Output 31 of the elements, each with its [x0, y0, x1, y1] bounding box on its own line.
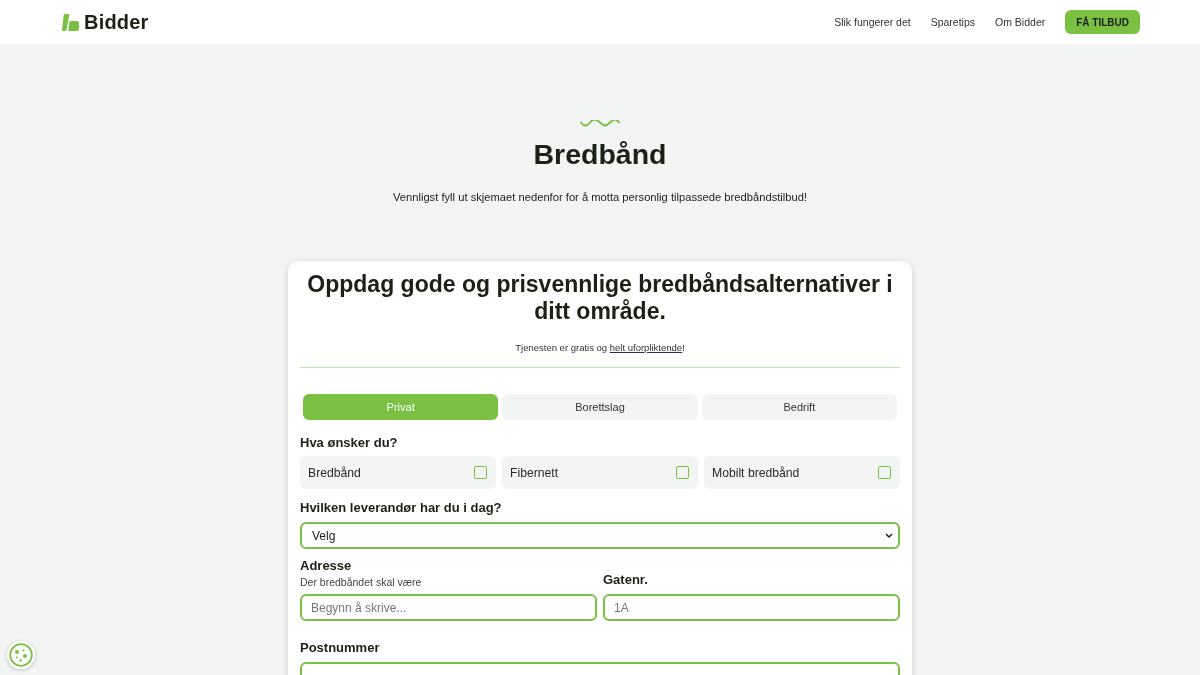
field-label: Postnummer [300, 640, 381, 656]
street-number-input[interactable]: 1A [603, 594, 900, 621]
cookie-icon [9, 643, 33, 667]
checkbox[interactable] [878, 466, 891, 479]
customer-type-tab[interactable]: Borettslag [502, 394, 698, 420]
nav-link[interactable]: Sparetips [930, 16, 976, 28]
cookie-settings-button[interactable] [7, 641, 35, 669]
nav-link[interactable]: Om Bidder [995, 16, 1046, 28]
checkbox-option[interactable]: Mobilt bredbånd [704, 456, 900, 489]
checkbox-option[interactable]: Bredbånd [300, 456, 496, 489]
field-label: Hva ønsker du? [300, 435, 399, 451]
provider-select[interactable]: Velg [300, 522, 900, 549]
logo-link[interactable]: Bidder [62, 12, 149, 32]
chevron-down-icon [885, 533, 893, 538]
nav-link[interactable]: Slik fungerer det [834, 16, 911, 28]
field-label: Hvilken leverandør har du i dag? [300, 500, 503, 516]
checkbox[interactable] [474, 466, 487, 479]
form-note: Tjenesten er gratis og helt uforpliktende! [514, 342, 686, 354]
field-label: Adresse [300, 558, 353, 574]
form-heading: Oppdag gode og prisvennlige bredbåndsalternativer i ditt område. [306, 271, 894, 325]
page-title: Bredbånd [533, 137, 667, 171]
customer-type-tab[interactable]: Bedrift [701, 394, 897, 420]
checkbox-option[interactable]: Fibernett [502, 456, 698, 489]
wave-icon [580, 120, 620, 127]
page-subtitle: Vennligst fyll ut skjemaet nedenfor for å motta personlig tilpassede bredbåndstilbud! [392, 190, 808, 204]
checkbox[interactable] [676, 466, 689, 479]
field-label: Gatenr. [603, 572, 649, 588]
logo-icon [62, 13, 79, 31]
field-hint: Der bredbåndet skal være [300, 576, 423, 589]
address-input[interactable]: Begynn å skrive... [300, 594, 597, 621]
get-offer-button[interactable]: FÅ TILBUD [1065, 10, 1140, 34]
